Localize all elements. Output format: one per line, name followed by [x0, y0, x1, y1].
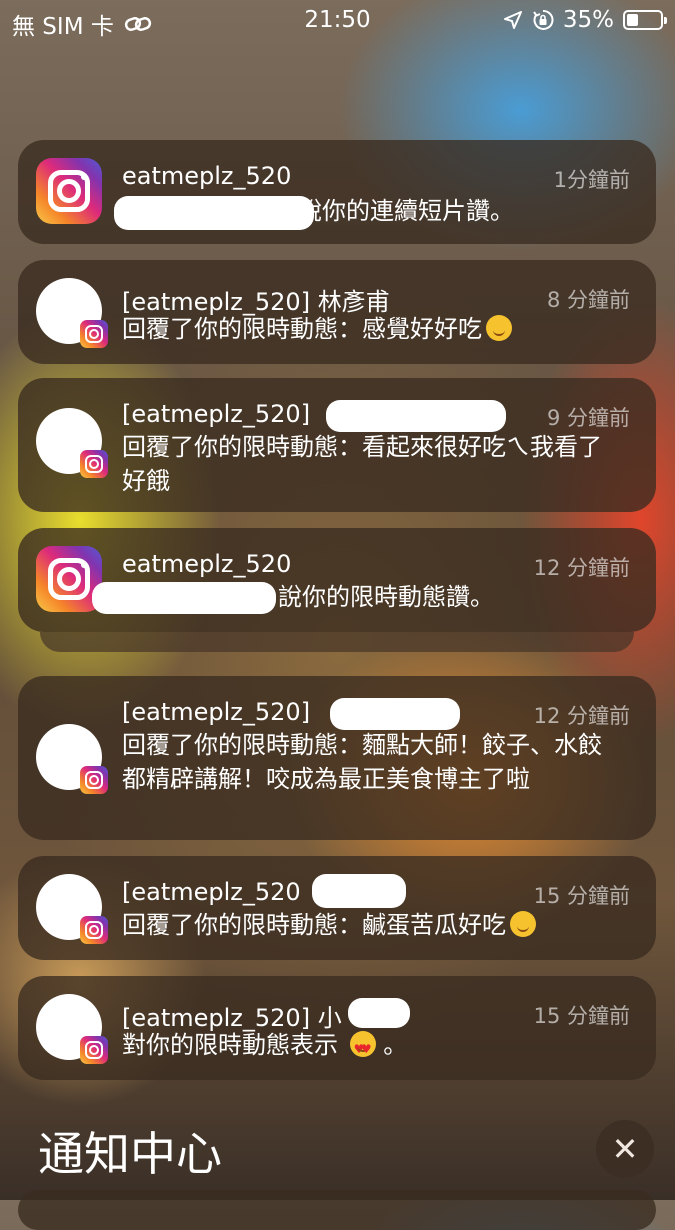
notification-title: eatmeplz_520	[122, 162, 292, 190]
status-right: 35%	[503, 7, 667, 33]
redaction-mark	[312, 874, 406, 908]
notification-title: eatmeplz_520	[122, 550, 292, 578]
notification-card[interactable]: eatmeplz_520 12 分鐘前 說你的限時動態讚。	[18, 528, 656, 632]
instagram-badge-icon	[80, 766, 108, 794]
notification-body: 回覆了你的限時動態：看起來很好吃ㄟ我看了好餓	[122, 433, 602, 495]
instagram-badge-icon	[80, 450, 108, 478]
yum-face-icon	[510, 911, 536, 937]
redaction-mark	[330, 698, 460, 730]
notification-body: 回覆了你的限時動態：鹹蛋苦瓜好吃	[122, 908, 622, 942]
orientation-lock-icon	[533, 9, 554, 30]
battery-percent: 35%	[562, 7, 614, 33]
drooling-face-icon	[486, 315, 512, 341]
avatar	[36, 724, 108, 794]
notification-body: 說你的連續短片讚。	[298, 197, 514, 225]
redaction-mark	[114, 196, 314, 230]
notification-center-title: 通知中心	[38, 1127, 222, 1181]
instagram-badge-icon	[80, 1036, 108, 1064]
notification-card[interactable]: eatmeplz_520 1分鐘前 說你的連續短片讚。	[18, 140, 656, 244]
instagram-app-icon	[36, 158, 102, 224]
notification-card[interactable]: [eatmeplz_520] 小 15 分鐘前 對你的限時動態表示 。	[18, 976, 656, 1080]
battery-icon	[623, 10, 667, 30]
notification-card[interactable]: [eatmeplz_520] 12 分鐘前 回覆了你的限時動態：麵點大師！餃子、…	[18, 676, 656, 840]
notification-time: 12 分鐘前	[533, 556, 630, 580]
notification-body-text: 回覆了你的限時動態：鹹蛋苦瓜好吃	[122, 911, 506, 939]
redaction-mark	[348, 998, 410, 1028]
clear-notifications-button[interactable]: ✕	[596, 1120, 654, 1178]
notification-body: 回覆了你的限時動態：感覺好好吃	[122, 312, 622, 346]
stack-edge	[40, 632, 634, 652]
notification-body: 對你的限時動態表示 。	[122, 1028, 622, 1066]
close-icon: ✕	[611, 1130, 639, 1168]
notification-time: 8 分鐘前	[546, 288, 630, 312]
notification-card[interactable]: [eatmeplz_520] 林彥甫 8 分鐘前 回覆了你的限時動態：感覺好好吃	[18, 260, 656, 364]
instagram-badge-icon	[80, 320, 108, 348]
avatar	[36, 278, 108, 348]
heart-eyes-face-icon	[349, 1031, 376, 1066]
notification-time: 15 分鐘前	[533, 1004, 630, 1028]
notification-time: 1分鐘前	[553, 168, 630, 192]
instagram-badge-icon	[80, 916, 108, 944]
notification-body-text: 回覆了你的限時動態：感覺好好吃	[122, 315, 482, 343]
notification-card[interactable]: [eatmeplz_520] 9 分鐘前 回覆了你的限時動態：看起來很好吃ㄟ我看…	[18, 378, 656, 512]
notification-title: [eatmeplz_520]	[122, 698, 311, 726]
battery-fill	[627, 14, 639, 26]
redaction-mark	[326, 400, 506, 432]
notification-body-tail: 。	[383, 1031, 408, 1059]
avatar	[36, 874, 108, 944]
location-arrow-icon	[503, 11, 522, 29]
notification-title: [eatmeplz_520]	[122, 400, 311, 428]
notification-body-text: 對你的限時動態表示	[122, 1031, 338, 1059]
notification-time: 15 分鐘前	[533, 884, 630, 908]
redaction-mark	[92, 582, 276, 614]
notification-time: 9 分鐘前	[546, 406, 630, 430]
avatar	[36, 408, 108, 478]
notification-body: 說你的限時動態讚。	[278, 583, 494, 611]
status-bar: 無 SIM 卡 21:50 35%	[0, 0, 675, 44]
notification-title: [eatmeplz_520	[122, 878, 301, 906]
avatar	[36, 994, 108, 1064]
notification-card[interactable]: [eatmeplz_520 15 分鐘前 回覆了你的限時動態：鹹蛋苦瓜好吃	[18, 856, 656, 960]
notification-card-partial[interactable]	[18, 1190, 656, 1230]
notification-time: 12 分鐘前	[533, 704, 630, 728]
notification-body: 回覆了你的限時動態：麵點大師！餃子、水餃都精辟講解！咬成為最正美食博主了啦	[122, 731, 602, 793]
